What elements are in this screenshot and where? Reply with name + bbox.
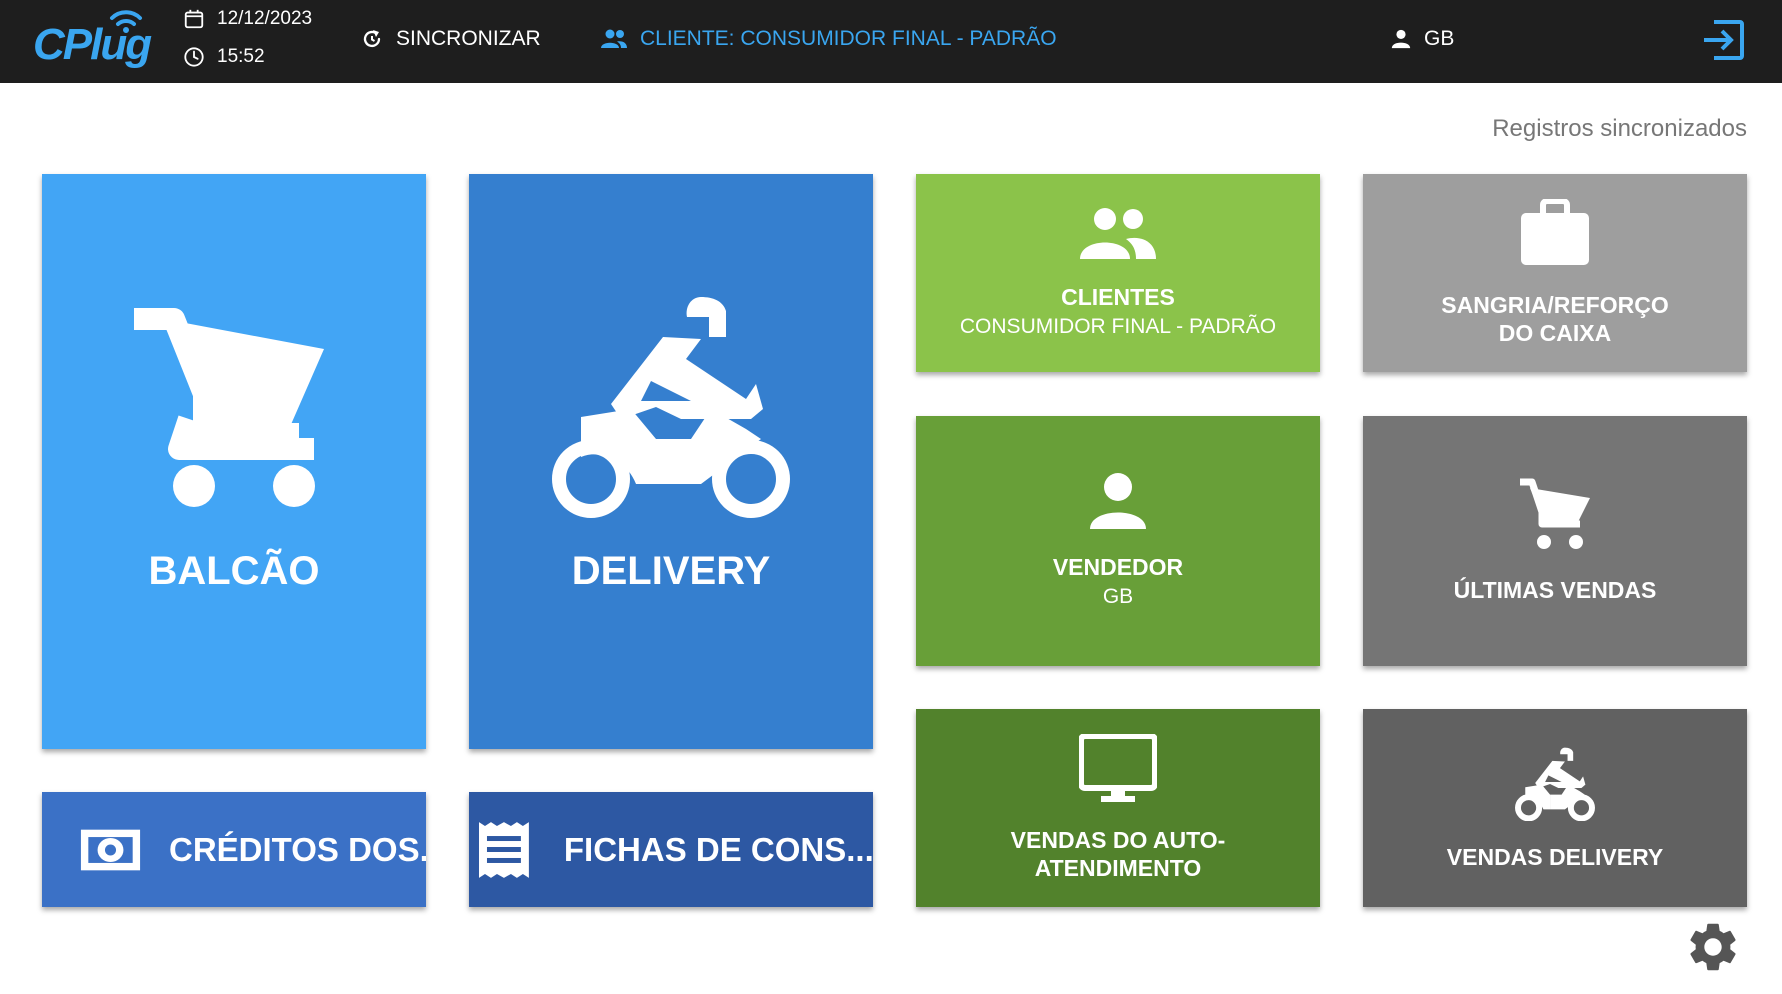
tile-vendas-delivery-title: VENDAS DELIVERY bbox=[1446, 844, 1664, 870]
tile-clientes-subtitle: CONSUMIDOR FINAL - PADRÃO bbox=[959, 315, 1277, 338]
date-display: 12/12/2023 bbox=[183, 8, 312, 30]
time-text: 15:52 bbox=[217, 46, 265, 67]
tile-vendedor[interactable]: VENDEDOR GB bbox=[916, 416, 1320, 666]
tile-vendedor-title: VENDEDOR bbox=[1052, 554, 1184, 580]
receipt-icon bbox=[478, 821, 529, 878]
tile-balcao-title: BALCÃO bbox=[148, 549, 320, 593]
motorcycle-icon bbox=[1515, 747, 1595, 821]
people-icon bbox=[601, 29, 627, 48]
monitor-icon bbox=[1079, 734, 1157, 802]
person-icon bbox=[1090, 473, 1146, 529]
date-text: 12/12/2023 bbox=[217, 8, 313, 29]
tile-sangria-title: SANGRIA/REFORÇO DO CAIXA bbox=[1441, 292, 1669, 346]
tile-balcao[interactable]: BALCÃO bbox=[42, 174, 426, 749]
client-label: CLIENTE: CONSUMIDOR FINAL - PADRÃO bbox=[640, 27, 1057, 50]
sync-button[interactable]: SINCRONIZAR bbox=[360, 27, 541, 51]
time-display: 15:52 bbox=[183, 46, 265, 68]
sync-status-text: Registros sincronizados bbox=[1492, 115, 1747, 142]
shopping-cart-icon bbox=[1520, 478, 1590, 549]
sync-label: SINCRONIZAR bbox=[396, 27, 541, 50]
calendar-icon bbox=[184, 9, 204, 29]
top-bar: CPlug 12/12/2023 15:52 SINCRONIZAR CLIEN… bbox=[0, 0, 1782, 83]
clock-icon bbox=[184, 47, 204, 67]
tile-creditos-title: CRÉDITOS DOS... bbox=[169, 830, 426, 868]
logout-icon[interactable] bbox=[1700, 16, 1748, 64]
tile-sangria[interactable]: SANGRIA/REFORÇO DO CAIXA bbox=[1363, 174, 1747, 372]
motorcycle-icon bbox=[552, 297, 790, 518]
tile-clientes[interactable]: CLIENTES CONSUMIDOR FINAL - PADRÃO bbox=[916, 174, 1320, 372]
tile-fichas[interactable]: FICHAS DE CONS... bbox=[469, 792, 873, 907]
client-selector[interactable]: CLIENTE: CONSUMIDOR FINAL - PADRÃO bbox=[600, 27, 1057, 51]
person-icon bbox=[1391, 29, 1411, 49]
money-icon bbox=[80, 829, 141, 870]
tile-auto-title: VENDAS DO AUTO-ATENDIMENTO bbox=[1010, 827, 1226, 881]
tile-delivery-title: DELIVERY bbox=[571, 549, 771, 593]
user-menu[interactable]: GB bbox=[1390, 27, 1454, 51]
tile-ultimas-vendas[interactable]: ÚLTIMAS VENDAS bbox=[1363, 416, 1747, 666]
tile-ultimas-title: ÚLTIMAS VENDAS bbox=[1453, 577, 1657, 603]
tile-delivery[interactable]: DELIVERY bbox=[469, 174, 873, 749]
tile-auto-atendimento[interactable]: VENDAS DO AUTO-ATENDIMENTO bbox=[916, 709, 1320, 907]
user-label: GB bbox=[1424, 27, 1455, 50]
gear-icon[interactable] bbox=[1684, 918, 1742, 976]
app-logo: CPlug bbox=[33, 10, 153, 70]
shopping-cart-icon bbox=[134, 308, 324, 507]
people-icon bbox=[1080, 208, 1156, 259]
tile-vendedor-subtitle: GB bbox=[1102, 585, 1134, 608]
tile-clientes-title: CLIENTES bbox=[1061, 284, 1175, 310]
tile-creditos[interactable]: CRÉDITOS DOS... bbox=[42, 792, 426, 907]
tile-fichas-title: FICHAS DE CONS... bbox=[563, 830, 873, 868]
briefcase-icon bbox=[1521, 199, 1589, 265]
logo-text: CPlug bbox=[33, 20, 152, 69]
sync-icon bbox=[363, 30, 381, 48]
tile-vendas-delivery[interactable]: VENDAS DELIVERY bbox=[1363, 709, 1747, 907]
